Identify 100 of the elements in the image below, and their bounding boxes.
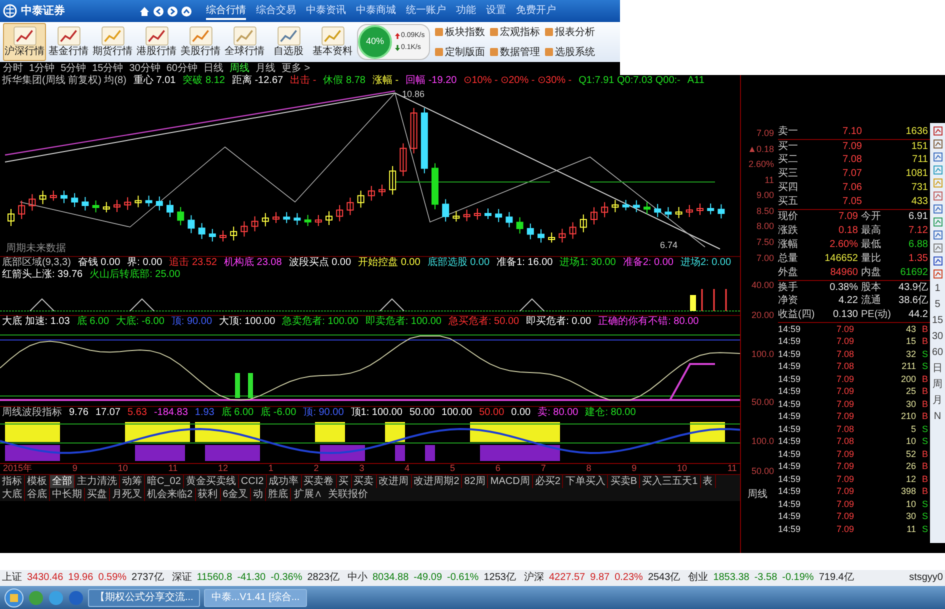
- toolbar-link[interactable]: 选股系统: [544, 44, 595, 60]
- period-button[interactable]: 15: [932, 314, 944, 327]
- formula-tab[interactable]: 动: [251, 488, 266, 501]
- toolbar-link[interactable]: 宏观指标: [490, 24, 540, 40]
- formula-tab[interactable]: 买卖: [352, 475, 377, 488]
- toolbar-button[interactable]: 美股行情: [179, 23, 222, 61]
- period-label: 周线: [746, 488, 768, 502]
- tick-price: 7.09: [835, 400, 854, 409]
- formula-tab[interactable]: 买卖卷: [302, 475, 337, 488]
- period-tab[interactable]: 15分钟: [92, 61, 124, 76]
- stat-value: 38.6亿: [898, 296, 928, 306]
- period-tab[interactable]: 60分钟: [166, 61, 198, 76]
- nav-tab[interactable]: 设置: [486, 2, 506, 20]
- tool-icon[interactable]: [932, 204, 942, 214]
- forward-icon[interactable]: [167, 6, 178, 16]
- toolbar-link[interactable]: 报表分析: [544, 24, 595, 40]
- tool-icon[interactable]: [932, 230, 942, 240]
- period-button[interactable]: 日: [932, 362, 942, 375]
- tool-icon[interactable]: [932, 191, 942, 201]
- formula-tab[interactable]: 获利: [196, 488, 221, 501]
- period-tab[interactable]: 30分钟: [129, 61, 160, 76]
- indicator-value: 顶: 90.00: [171, 316, 212, 328]
- formula-tab[interactable]: 成功率: [266, 475, 302, 488]
- period-button[interactable]: N: [934, 410, 942, 423]
- toolbar-button[interactable]: 基金行情: [47, 23, 90, 61]
- formula-tab[interactable]: 改进周期2: [412, 475, 462, 488]
- period-tab[interactable]: 周线: [230, 61, 250, 76]
- formula-tab[interactable]: 买: [336, 475, 352, 488]
- formula-tab[interactable]: 中长期: [50, 488, 85, 501]
- nav-tab[interactable]: 中泰商城: [356, 2, 396, 20]
- nav-tab[interactable]: 免费开户: [516, 2, 556, 20]
- formula-tab[interactable]: MACD周: [488, 475, 533, 488]
- formula-tab[interactable]: 6金叉: [220, 488, 252, 501]
- formula-tab[interactable]: 主力清洗: [75, 475, 120, 488]
- back-icon[interactable]: [153, 6, 164, 16]
- formula-tab[interactable]: 必买2: [532, 475, 564, 488]
- start-icon[interactable]: [4, 588, 24, 608]
- toolbar-button[interactable]: 全球行情: [223, 23, 266, 61]
- formula-tab[interactable]: 买入三五天1: [640, 475, 701, 488]
- tool-icon[interactable]: [932, 256, 942, 266]
- toolbar-button[interactable]: 期货行情: [91, 23, 134, 61]
- chart-icon: [100, 26, 124, 46]
- formula-tab[interactable]: 改进周: [376, 475, 412, 488]
- tool-icon[interactable]: [932, 152, 942, 162]
- formula-tab[interactable]: 动筹: [120, 475, 145, 488]
- toolbar-button[interactable]: 自选股: [267, 23, 310, 61]
- period-button[interactable]: 1: [934, 282, 940, 295]
- tool-icon[interactable]: [932, 126, 942, 136]
- up-icon[interactable]: [181, 6, 192, 16]
- formula-tab[interactable]: 月死叉: [110, 488, 145, 501]
- period-button[interactable]: 5: [934, 298, 940, 311]
- period-tab[interactable]: 分时: [3, 61, 23, 76]
- tick-price: 7.08: [835, 350, 854, 359]
- extra-tab[interactable]: 扩展∧: [291, 488, 326, 501]
- formula-tab[interactable]: 胜底: [266, 488, 292, 501]
- tool-icon[interactable]: [932, 165, 942, 175]
- tool-icon[interactable]: [932, 139, 942, 149]
- period-tab[interactable]: 1分钟: [29, 61, 55, 76]
- formula-tab[interactable]: 暗C_02: [145, 475, 184, 488]
- formula-tab[interactable]: 大底: [0, 488, 25, 501]
- formula-tab[interactable]: 买卖B: [608, 475, 640, 488]
- formula-tab[interactable]: 黄金买卖线: [184, 475, 239, 488]
- period-button[interactable]: 30: [932, 330, 944, 343]
- toolbar-button[interactable]: 沪深行情: [3, 23, 46, 61]
- formula-tab[interactable]: 机会来临2: [145, 488, 196, 501]
- extra-tab[interactable]: 关联报价: [325, 488, 372, 501]
- formula-tab[interactable]: 买盘: [85, 488, 110, 501]
- formula-tab[interactable]: 下单买入: [563, 475, 608, 488]
- period-tab[interactable]: 5分钟: [60, 61, 86, 76]
- nav-tab[interactable]: 综合交易: [256, 2, 296, 20]
- period-button[interactable]: 周: [932, 378, 942, 391]
- formula-tab[interactable]: 谷底: [25, 488, 50, 501]
- formula-tab[interactable]: 指标: [0, 475, 25, 488]
- period-tab[interactable]: 日线: [204, 61, 224, 76]
- period-tab[interactable]: 月线: [256, 61, 276, 76]
- period-tab[interactable]: 更多 >: [282, 61, 310, 76]
- indicator-value: 底 -6.00: [260, 407, 296, 419]
- formula-tab[interactable]: 全部: [50, 475, 75, 488]
- toolbar-link[interactable]: 板块指数: [434, 24, 485, 40]
- tool-icon[interactable]: [932, 269, 942, 279]
- toolbar-link[interactable]: 数据管理: [490, 44, 540, 60]
- nav-tab[interactable]: 统一账户: [406, 2, 446, 20]
- nav-tab[interactable]: 中泰资讯: [306, 2, 346, 20]
- period-button[interactable]: 60: [932, 346, 944, 359]
- toolbar-button[interactable]: 港股行情: [135, 23, 178, 61]
- tool-icon[interactable]: [932, 217, 942, 227]
- nav-tab[interactable]: 综合行情: [206, 2, 246, 20]
- tick-time: 14:59: [778, 512, 802, 522]
- home-icon[interactable]: [139, 6, 150, 16]
- formula-tab[interactable]: 表: [700, 475, 716, 488]
- tick-side: S: [920, 437, 929, 446]
- formula-tab[interactable]: CCI2: [238, 475, 267, 488]
- indicator-value: 卖: 80.00: [538, 407, 578, 419]
- toolbar-button[interactable]: 基本资料: [311, 23, 354, 61]
- taskbar-window[interactable]: 【期权公式分享交流...: [88, 588, 200, 606]
- period-button[interactable]: 月: [932, 394, 942, 407]
- tool-icon[interactable]: [932, 243, 942, 253]
- formula-tab[interactable]: 82周: [462, 475, 488, 488]
- nav-tab[interactable]: 功能: [456, 2, 476, 20]
- toolbar-link[interactable]: 定制版面: [434, 44, 485, 60]
